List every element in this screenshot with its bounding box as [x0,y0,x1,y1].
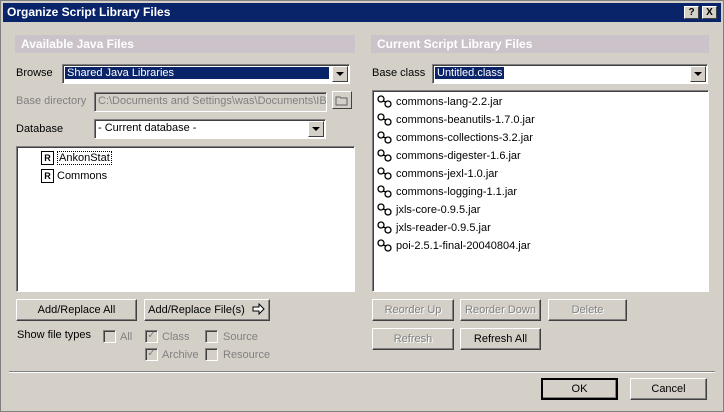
jar-archive-icon [377,167,392,180]
database-dropdown[interactable]: - Current database - [94,119,326,139]
jar-archive-icon [377,185,392,198]
list-item[interactable]: jxls-reader-0.9.5.jar [377,221,491,234]
browse-dropdown[interactable]: Shared Java Libraries [62,64,350,84]
reorder-down-button[interactable]: Reorder Down [460,299,541,321]
footer-divider [9,371,715,373]
tree-item-commons[interactable]: R Commons [41,169,107,183]
all-label: All [120,331,133,343]
list-item-label: poi-2.5.1-final-20040804.jar [396,239,531,252]
source-checkbox[interactable] [205,330,218,343]
list-item-label: commons-logging-1.1.jar [396,185,518,198]
reorder-up-button[interactable]: Reorder Up [372,299,454,321]
refresh-button[interactable]: Refresh [372,328,454,350]
class-checkbox[interactable]: ✓ [145,330,158,343]
title-bar[interactable]: Organize Script Library Files ? X [3,3,721,22]
jar-archive-icon [377,131,392,144]
refresh-all-button[interactable]: Refresh All [460,328,541,350]
list-item-label: commons-beanutils-1.7.0.jar [396,113,535,126]
list-item[interactable]: poi-2.5.1-final-20040804.jar [377,239,531,252]
base-class-value: Untitled.class [435,67,505,79]
base-directory-field[interactable]: C:\Documents and Settings\was\Documents\… [94,92,327,112]
list-item[interactable]: commons-digester-1.6.jar [377,149,521,162]
chevron-down-icon[interactable] [332,66,348,82]
list-item[interactable]: jxls-core-0.9.5.jar [377,203,480,216]
list-item-label: commons-lang-2.2.jar [396,95,503,108]
organize-script-library-dialog: Organize Script Library Files ? X Availa… [0,0,724,412]
tree-item-ankonstat[interactable]: R AnkonStat [41,151,112,165]
arrow-right-icon [252,302,265,316]
list-item-label: jxls-reader-0.9.5.jar [396,221,491,234]
library-icon: R [41,151,54,165]
list-item[interactable]: commons-jexl-1.0.jar [377,167,498,180]
all-checkbox[interactable] [103,330,116,343]
source-label: Source [223,331,258,343]
database-value: - Current database - [98,122,197,134]
jar-archive-icon [377,113,392,126]
base-class-dropdown[interactable]: Untitled.class [432,64,708,84]
database-label: Database [16,123,64,135]
java-files-tree[interactable]: R AnkonStat R Commons [16,146,355,292]
archive-checkbox[interactable]: ✓ [145,348,158,361]
cancel-button[interactable]: Cancel [630,378,707,400]
jar-archive-icon [377,221,392,234]
tree-item-label: Commons [57,170,108,182]
delete-button[interactable]: Delete [548,299,627,321]
list-item-label: commons-jexl-1.0.jar [396,167,499,180]
available-java-files-header: Available Java Files [15,35,355,53]
jar-archive-icon [377,203,392,216]
chevron-down-icon[interactable] [690,66,706,82]
window-title: Organize Script Library Files [7,5,171,19]
list-item[interactable]: commons-collections-3.2.jar [377,131,533,144]
tree-item-label: AnkonStat [57,151,112,165]
resource-checkbox[interactable] [205,348,218,361]
chevron-down-icon[interactable] [308,121,324,137]
list-item-label: commons-collections-3.2.jar [396,131,533,144]
archive-label: Archive [162,349,199,361]
add-replace-files-button[interactable]: Add/Replace File(s) [144,299,270,321]
jar-archive-icon [377,149,392,162]
script-library-file-list[interactable]: commons-lang-2.2.jar commons-beanutils-1.… [372,90,709,292]
close-button[interactable]: X [702,6,717,19]
ok-button[interactable]: OK [541,378,618,400]
base-directory-label: Base directory [16,95,87,107]
list-item[interactable]: commons-lang-2.2.jar [377,95,502,108]
show-file-types-label: Show file types [17,329,91,341]
list-item[interactable]: commons-logging-1.1.jar [377,185,517,198]
jar-archive-icon [377,239,392,252]
browse-value: Shared Java Libraries [65,67,329,79]
browse-folder-button[interactable] [332,91,352,109]
browse-label: Browse [16,67,53,79]
add-replace-all-button[interactable]: Add/Replace All [16,299,137,321]
library-icon: R [41,169,54,183]
base-directory-value: C:\Documents and Settings\was\Documents\… [98,95,327,107]
list-item[interactable]: commons-beanutils-1.7.0.jar [377,113,535,126]
base-class-label: Base class [372,67,426,79]
resource-label: Resource [223,349,271,361]
folder-icon [335,96,348,106]
help-button[interactable]: ? [684,6,699,19]
class-label: Class [162,331,190,343]
list-item-label: commons-digester-1.6.jar [396,149,521,162]
list-item-label: jxls-core-0.9.5.jar [396,203,481,216]
current-script-library-header: Current Script Library Files [371,35,709,53]
jar-archive-icon [377,95,392,108]
add-replace-files-label: Add/Replace File(s) [148,304,245,316]
